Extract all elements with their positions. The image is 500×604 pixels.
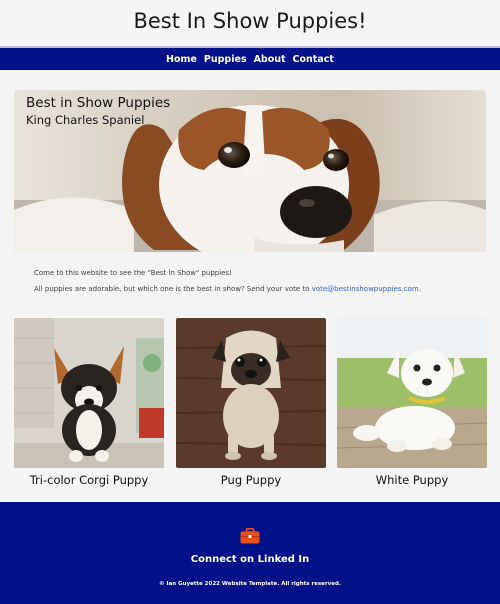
site-footer: Connect on Linked In © Ian Guyette 2022 …	[0, 502, 500, 604]
linkedin-connect-link[interactable]: Connect on Linked In	[0, 554, 500, 565]
corgi-puppy-image	[14, 318, 164, 468]
nav-home-link[interactable]: Home	[166, 54, 197, 65]
white-puppy-image	[337, 318, 487, 468]
main-nav: Home Puppies About Contact	[0, 46, 500, 70]
copyright-text: © Ian Guyette 2022 Website Template. All…	[159, 581, 341, 587]
intro-line-2-suffix: .	[418, 285, 421, 293]
hero-banner: Best in Show Puppies King Charles Spanie…	[14, 90, 486, 252]
site-header: Best In Show Puppies!	[0, 0, 500, 46]
vote-email-link[interactable]: vote@bestinshowpuppies.com	[312, 285, 419, 293]
hero-subtitle: King Charles Spaniel	[26, 113, 145, 127]
hero-title: Best in Show Puppies	[26, 95, 171, 111]
intro-line-2: All puppies are adorable, but which one …	[34, 286, 474, 293]
nav-about-link[interactable]: About	[254, 54, 286, 65]
intro-line-1: Come to this website to see the "Best in…	[34, 269, 232, 277]
puppy-card-corgi: Tri-color Corgi Puppy	[14, 318, 164, 487]
site-title: Best In Show Puppies!	[133, 9, 367, 33]
hero-text: Best in Show Puppies King Charles Spanie…	[26, 95, 170, 127]
puppy-card-white: White Puppy	[337, 318, 487, 487]
nav-contact-link[interactable]: Contact	[293, 54, 334, 65]
puppy-card-pug: Pug Puppy	[176, 318, 326, 487]
nav-puppies-link[interactable]: Puppies	[204, 54, 247, 65]
white-puppy-card-label: White Puppy	[375, 473, 449, 487]
corgi-card-label: Tri-color Corgi Puppy	[29, 473, 149, 487]
intro-line-2-prefix: All puppies are adorable, but which one …	[34, 285, 312, 293]
briefcase-icon[interactable]	[240, 528, 260, 544]
pug-puppy-image	[176, 318, 326, 468]
intro-text: Come to this website to see the "Best in…	[34, 270, 474, 302]
pug-card-label: Pug Puppy	[220, 473, 282, 487]
